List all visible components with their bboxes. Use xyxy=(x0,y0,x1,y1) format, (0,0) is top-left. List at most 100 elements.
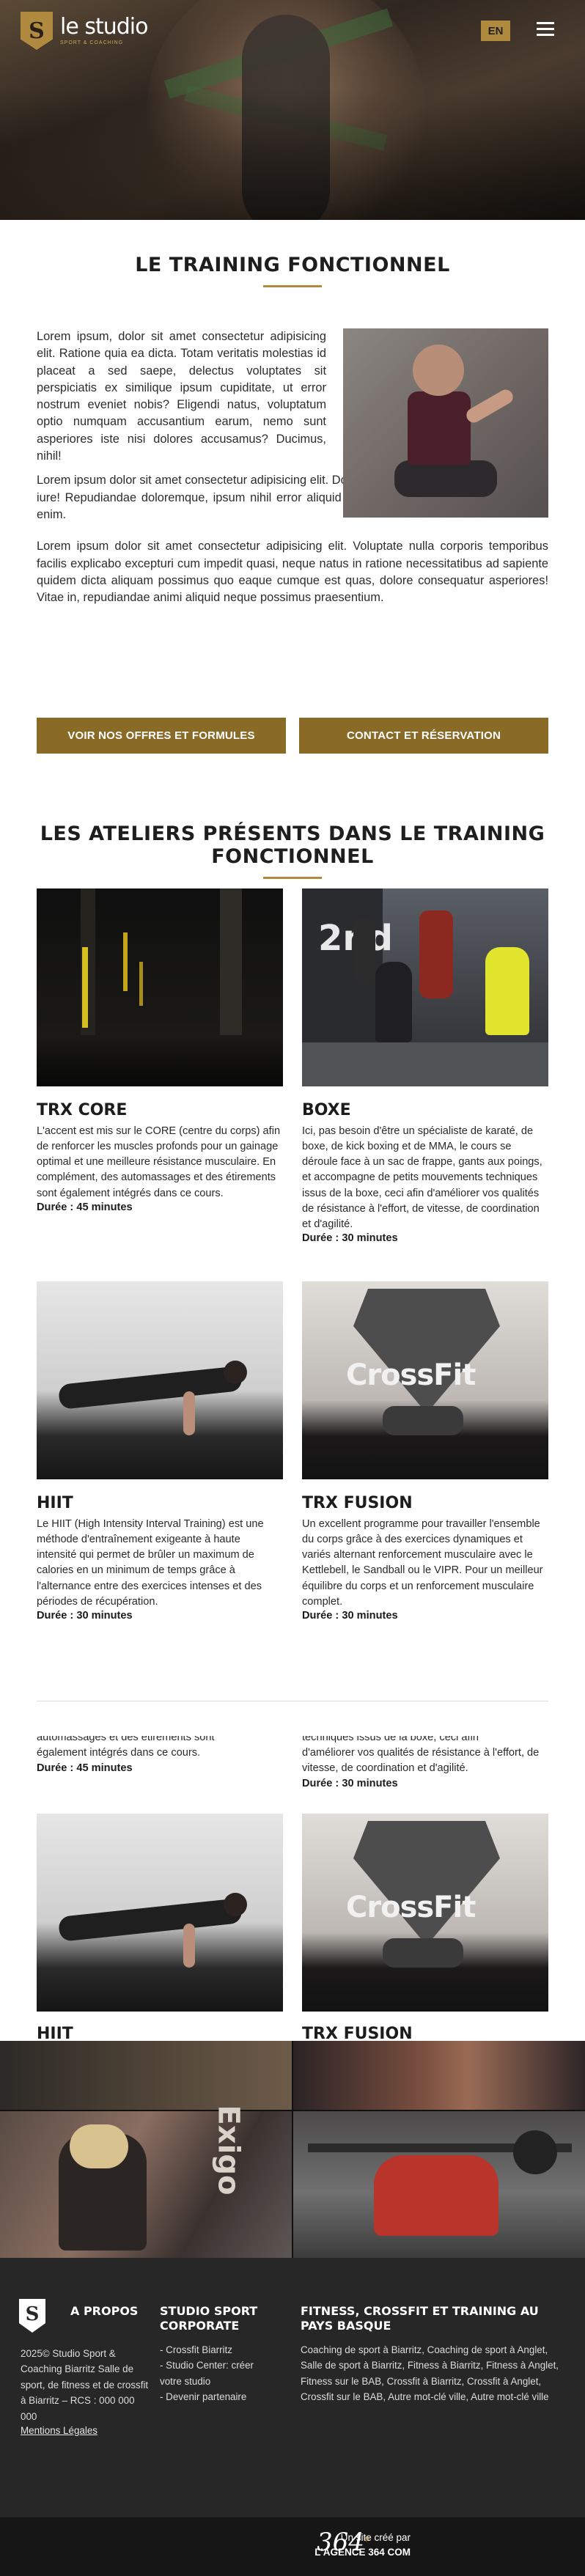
footer-heading: FITNESS, CROSSFIT ET TRAINING AU PAYS BA… xyxy=(301,2304,539,2333)
mosaic-photo-1 xyxy=(0,2041,292,2110)
logo-wordmark: le studio SPORT & COACHING xyxy=(60,14,148,46)
workshop-duration: Durée : 30 minutes xyxy=(302,1609,398,1622)
trx-core-image xyxy=(37,888,283,1086)
footer-link-crossfit[interactable]: - Crossfit Biarritz xyxy=(160,2342,277,2358)
section-heading: LES ATELIERS PRÉSENTS DANS LE TRAINING F… xyxy=(40,823,545,868)
trx-fusion-image: CrossFit xyxy=(302,1281,548,1479)
photo-shape xyxy=(353,1821,500,1946)
workshop-duration: Durée : 45 minutes xyxy=(37,1201,133,1213)
footer-link-studio-center[interactable]: - Studio Center: créer votre studio xyxy=(160,2358,277,2389)
footer-col-about: A PROPOS xyxy=(70,2304,138,2319)
workshop-description: Ici, pas besoin d'être un spécialiste de… xyxy=(302,1125,542,1230)
site-footer: S A PROPOS 2025© Studio Sport & Coaching… xyxy=(0,2258,585,2517)
photo-shape xyxy=(413,345,464,396)
workshop-card-hiit: HIIT Le HIIT (High Intensity Interval Tr… xyxy=(37,1281,283,1622)
workshop-card-trx-fusion: CrossFit TRX FUSION Un excellent program… xyxy=(302,1281,548,1622)
photo-shape xyxy=(37,1035,283,1086)
photo-mosaic: Exigo xyxy=(0,2041,585,2258)
workshop-description: Un excellent programme pour travailler l… xyxy=(302,1518,543,1608)
workshop-card-boxe: 2nd BOXE Ici, pas besoin d'être un spéci… xyxy=(302,888,548,1244)
workshop-title: HIIT xyxy=(37,1494,73,1512)
repeat-right-duration: Durée : 30 minutes xyxy=(302,1778,398,1790)
footer-link-partenaire[interactable]: - Devenir partenaire xyxy=(160,2389,277,2404)
workshop-title: BOXE xyxy=(302,1101,351,1119)
fusion-logo-text: CrossFit xyxy=(346,1891,476,1924)
workshop-description: Le HIIT (High Intensity Interval Trainin… xyxy=(37,1518,264,1608)
photo-shape xyxy=(375,962,412,1042)
photo-shape xyxy=(394,460,497,497)
footer-heading: STUDIO SPORT CORPORATE xyxy=(160,2304,258,2333)
photo-shape xyxy=(302,1042,548,1086)
photo-shape xyxy=(485,947,529,1035)
footer-keywords-text: Coaching de sport à Biarritz, Coaching d… xyxy=(301,2344,559,2403)
intro-body: Lorem ipsum, dolor sit amet consectetur … xyxy=(37,328,548,606)
agency-logo-icon: 364o xyxy=(317,2528,369,2557)
workshop-title: TRX FUSION xyxy=(302,1494,413,1512)
workshop-duration: Durée : 30 minutes xyxy=(37,1609,133,1622)
contact-button[interactable]: CONTACT ET RÉSERVATION xyxy=(299,718,548,754)
repeat-fusion-title: TRX FUSION xyxy=(302,2025,413,2041)
photo-shape xyxy=(513,2130,557,2174)
repeat-right-line: d'améliorer vos qualités de résistance à… xyxy=(302,1747,540,1775)
photo-shape xyxy=(353,1289,500,1413)
repeat-left-text: automassages et des étirements sont égal… xyxy=(37,1736,283,1776)
footer-about-paragraph: 2025© Studio Sport & Coaching Biarritz S… xyxy=(21,2348,149,2422)
photo-shape xyxy=(57,1898,243,1942)
repeat-hiit-image xyxy=(37,1814,283,2012)
repeat-left-partial: automassages et des étirements sont xyxy=(37,1736,215,1743)
photo-shape xyxy=(374,2155,498,2236)
footer-col-corporate: STUDIO SPORT CORPORATE - Crossfit Biarri… xyxy=(160,2304,277,2405)
agency-credit[interactable]: Un site créé par L'AGENCE 364 COM 364o xyxy=(0,2517,585,2576)
logo-shield-icon: S xyxy=(21,12,53,50)
menu-hamburger-icon[interactable] xyxy=(537,22,554,38)
footer-logo-icon: S xyxy=(19,2299,45,2333)
photo-shape xyxy=(383,1406,463,1435)
workshop-description: L'accent est mis sur le CORE (centre du … xyxy=(37,1125,281,1199)
repeat-right-text: techniques issus de la boxe, ceci afin d… xyxy=(302,1736,548,1792)
hiit-image xyxy=(37,1281,283,1479)
hamburger-line xyxy=(537,28,554,30)
photo-shape xyxy=(82,947,88,1028)
repeat-hiit-title: HIIT xyxy=(37,2025,73,2041)
athlete-photo xyxy=(343,328,548,518)
photo-shape xyxy=(139,962,143,1006)
repeat-left-line: également intégrés dans ce cours. xyxy=(37,1747,201,1759)
intro-section: LE TRAINING FONCTIONNEL Lorem ipsum, dol… xyxy=(37,254,548,606)
repeat-left-duration: Durée : 45 minutes xyxy=(37,1762,133,1775)
site-logo[interactable]: S le studio SPORT & COACHING xyxy=(21,12,148,50)
photo-shape xyxy=(224,1361,247,1384)
hamburger-line xyxy=(537,34,554,36)
workshop-duration: Durée : 30 minutes xyxy=(302,1232,398,1245)
language-switch-button[interactable]: EN xyxy=(481,21,510,41)
footer-col-keywords: FITNESS, CROSSFIT ET TRAINING AU PAYS BA… xyxy=(301,2304,564,2405)
top-navbar: S le studio SPORT & COACHING EN xyxy=(0,0,585,62)
footer-corporate-list: - Crossfit Biarritz - Studio Center: cré… xyxy=(160,2342,277,2405)
photo-shape xyxy=(353,918,375,984)
logo-text: le studio xyxy=(60,14,148,40)
hamburger-line xyxy=(537,22,554,24)
legal-mentions-link[interactable]: Mentions Légales xyxy=(21,2425,98,2436)
repeated-scroll-frame: automassages et des étirements sont égal… xyxy=(0,1736,585,2041)
mosaic-brand-text: Exigo xyxy=(211,2105,246,2196)
title-underline xyxy=(263,877,322,879)
photo-shape xyxy=(183,1391,195,1435)
hero-banner: S le studio SPORT & COACHING EN xyxy=(0,0,585,220)
photo-shape xyxy=(224,1893,247,1916)
page-title: LE TRAINING FONCTIONNEL xyxy=(135,254,450,276)
photo-shape xyxy=(123,932,128,991)
logo-subtitle: SPORT & COACHING xyxy=(60,40,124,45)
photo-shape xyxy=(419,910,453,998)
footer-about-text: 2025© Studio Sport & Coaching Biarritz S… xyxy=(21,2346,152,2437)
photo-shape xyxy=(57,1366,243,1410)
hero-overlay xyxy=(0,88,585,220)
fusion-logo-text: CrossFit xyxy=(346,1358,476,1392)
offers-button[interactable]: VOIR NOS OFFRES ET FORMULES xyxy=(37,718,286,754)
boxe-image: 2nd xyxy=(302,888,548,1086)
workshop-title: TRX CORE xyxy=(37,1101,128,1119)
agency-logo-sup: o xyxy=(364,2533,370,2544)
intro-paragraph-3: Lorem ipsum dolor sit amet consectetur a… xyxy=(37,540,548,605)
cta-row: VOIR NOS OFFRES ET FORMULES CONTACT ET R… xyxy=(37,718,548,754)
photo-shape xyxy=(408,391,471,465)
photo-shape xyxy=(70,2124,128,2168)
repeat-fusion-image: CrossFit xyxy=(302,1814,548,2012)
